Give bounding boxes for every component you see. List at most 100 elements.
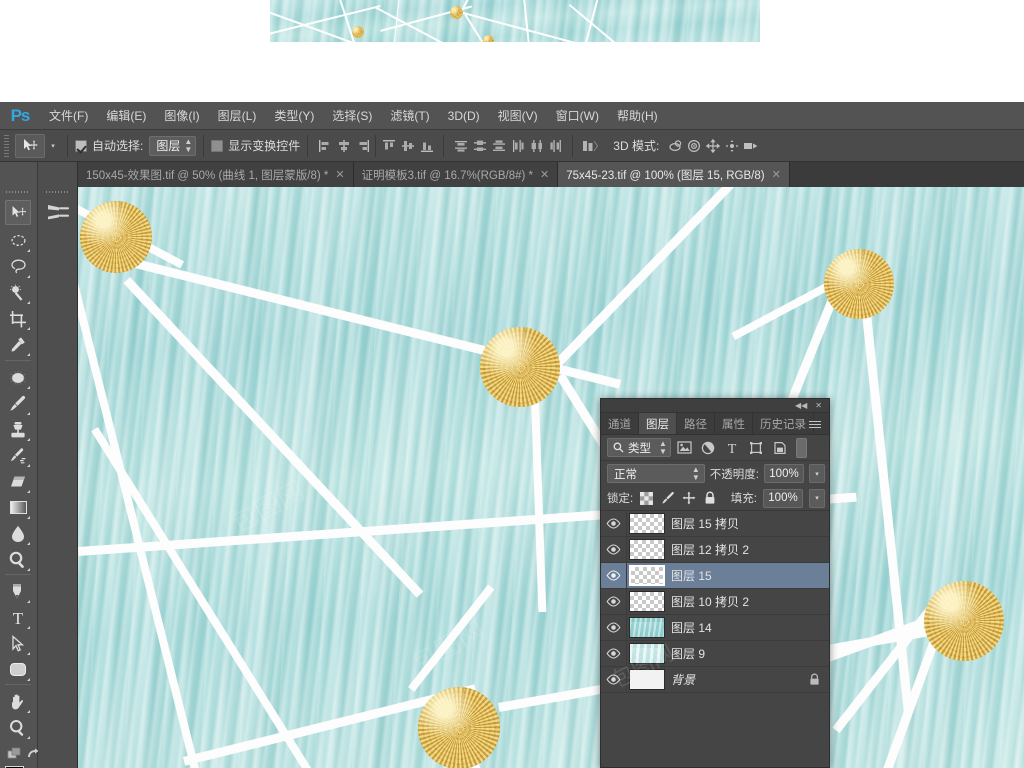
lasso-tool[interactable] <box>5 254 31 279</box>
menu-type[interactable]: 类型(Y) <box>265 102 323 130</box>
lock-image-pixels-icon[interactable] <box>660 490 675 506</box>
auto-select-checkbox[interactable] <box>75 139 87 152</box>
filter-pixel-layers-icon[interactable] <box>674 438 695 458</box>
scale-3d-icon[interactable] <box>741 135 760 157</box>
opacity-input[interactable]: 100% <box>764 464 804 483</box>
layer-row[interactable]: 图层 15 拷贝 <box>601 510 829 537</box>
layer-row[interactable]: 图层 14 <box>601 614 829 641</box>
orbit-3d-icon[interactable] <box>665 135 684 157</box>
layer-visibility-toggle[interactable] <box>601 536 627 563</box>
menu-3d[interactable]: 3D(D) <box>439 102 489 130</box>
hand-tool[interactable] <box>5 689 31 714</box>
filter-smart-object-layers-icon[interactable] <box>770 438 791 458</box>
menu-image[interactable]: 图像(I) <box>155 102 208 130</box>
layer-thumbnail[interactable] <box>629 643 665 664</box>
layer-row[interactable]: 图层 12 拷贝 2 <box>601 536 829 563</box>
show-transform-controls-checkbox[interactable] <box>211 139 224 152</box>
lock-transparent-pixels-icon[interactable] <box>639 490 654 506</box>
layer-thumbnail[interactable] <box>629 591 665 612</box>
filter-toggle-icon[interactable] <box>795 437 807 458</box>
layer-name[interactable]: 图层 15 拷贝 <box>671 515 829 532</box>
magic-wand-tool[interactable] <box>5 280 31 305</box>
rounded-rectangle-tool[interactable] <box>5 657 31 682</box>
move-tool[interactable] <box>5 200 31 225</box>
tab-properties[interactable]: 属性 <box>715 413 753 434</box>
spot-healing-brush-tool[interactable] <box>5 365 31 390</box>
secondary-panel-gripper[interactable] <box>46 188 68 196</box>
menu-file[interactable]: 文件(F) <box>40 102 97 130</box>
opacity-slider-caret-icon[interactable]: ▾ <box>809 464 825 483</box>
layer-name[interactable]: 图层 15 <box>671 567 829 584</box>
history-brush-tool[interactable] <box>5 443 31 468</box>
layer-thumbnail[interactable] <box>629 669 665 690</box>
type-tool[interactable]: T <box>5 605 31 630</box>
align-top-edges-icon[interactable] <box>379 135 398 157</box>
layer-visibility-toggle[interactable] <box>601 588 627 615</box>
close-icon[interactable]: ✕ <box>335 168 344 181</box>
lock-all-icon[interactable] <box>702 490 717 506</box>
tab-layers[interactable]: 图层 <box>639 413 677 434</box>
close-icon[interactable]: ✕ <box>540 168 549 181</box>
panel-title-bar[interactable]: ◀◀ ✕ <box>601 399 829 413</box>
filter-type-layers-icon[interactable]: T <box>722 438 743 458</box>
filter-kind-dropdown[interactable]: 类型 ▲ ▼ <box>607 438 671 457</box>
tab-channels[interactable]: 通道 <box>601 413 639 434</box>
layer-visibility-toggle[interactable] <box>601 562 627 589</box>
distribute-left-edges-icon[interactable] <box>508 135 527 157</box>
layer-name[interactable]: 图层 14 <box>671 619 829 636</box>
align-to-selection-icon[interactable] <box>580 135 599 157</box>
layer-row[interactable]: 图层 10 拷贝 2 <box>601 588 829 615</box>
layer-row-background[interactable]: 背景 <box>601 666 829 693</box>
close-panel-icon[interactable]: ✕ <box>815 401 822 410</box>
panel-menu-icon[interactable] <box>809 417 825 431</box>
distribute-bottom-edges-icon[interactable] <box>489 135 508 157</box>
pan-3d-icon[interactable] <box>703 135 722 157</box>
distribute-horizontal-centers-icon[interactable] <box>527 135 546 157</box>
menu-edit[interactable]: 编辑(E) <box>97 102 155 130</box>
options-bar-gripper[interactable] <box>2 133 11 158</box>
layer-name[interactable]: 背景 <box>671 671 809 688</box>
collapse-panel-icon[interactable]: ◀◀ <box>795 401 807 410</box>
layer-thumbnail[interactable] <box>629 513 665 534</box>
tab-paths[interactable]: 路径 <box>677 413 715 434</box>
tool-preset-caret-icon[interactable]: ▾ <box>46 142 60 150</box>
canvas-artwork[interactable]: 包图网 包图网 <box>78 187 1024 768</box>
layer-visibility-toggle[interactable] <box>601 640 627 667</box>
gradient-tool[interactable] <box>5 495 31 520</box>
layer-thumbnail[interactable] <box>629 617 665 638</box>
roll-3d-icon[interactable] <box>684 135 703 157</box>
eyedropper-tool[interactable] <box>5 332 31 357</box>
align-bottom-edges-icon[interactable] <box>417 135 436 157</box>
close-icon[interactable]: ✕ <box>772 168 781 181</box>
path-selection-tool[interactable] <box>5 631 31 656</box>
brush-tool[interactable] <box>5 391 31 416</box>
fill-slider-caret-icon[interactable]: ▾ <box>809 488 825 508</box>
tools-gripper[interactable] <box>6 188 28 196</box>
menu-layer[interactable]: 图层(L) <box>209 102 266 130</box>
pen-tool[interactable] <box>5 579 31 604</box>
fill-input[interactable]: 100% <box>763 488 803 508</box>
blur-tool[interactable] <box>5 521 31 546</box>
blend-mode-dropdown[interactable]: 正常 ▲ ▼ <box>607 464 705 483</box>
crop-tool[interactable] <box>5 306 31 331</box>
layer-thumbnail[interactable] <box>629 539 665 560</box>
layer-name[interactable]: 图层 10 拷贝 2 <box>671 593 829 610</box>
distribute-right-edges-icon[interactable] <box>546 135 565 157</box>
layer-row-selected[interactable]: 图层 15 <box>601 562 829 589</box>
align-left-edges-icon[interactable] <box>315 135 334 157</box>
align-right-edges-icon[interactable] <box>353 135 372 157</box>
layer-visibility-toggle[interactable] <box>601 614 627 641</box>
slide-3d-icon[interactable] <box>722 135 741 157</box>
menu-view[interactable]: 视图(V) <box>489 102 547 130</box>
document-tab-0[interactable]: 150x45-效果图.tif @ 50% (曲线 1, 图层蒙版/8) * ✕ <box>78 162 354 187</box>
document-tab-2[interactable]: 75x45-23.tif @ 100% (图层 15, RGB/8) ✕ <box>558 162 790 187</box>
layer-visibility-toggle[interactable] <box>601 666 627 693</box>
dodge-tool[interactable] <box>5 547 31 572</box>
auto-select-kind-dropdown[interactable]: 图层 ▲ ▼ <box>149 135 197 156</box>
clone-stamp-tool[interactable] <box>5 417 31 442</box>
menu-select[interactable]: 选择(S) <box>323 102 381 130</box>
elliptical-marquee-tool[interactable] <box>5 228 31 253</box>
layer-visibility-toggle[interactable] <box>601 510 627 537</box>
document-tab-1[interactable]: 证明模板3.tif @ 16.7%(RGB/8#) * ✕ <box>353 162 559 187</box>
menu-filter[interactable]: 滤镜(T) <box>381 102 438 130</box>
